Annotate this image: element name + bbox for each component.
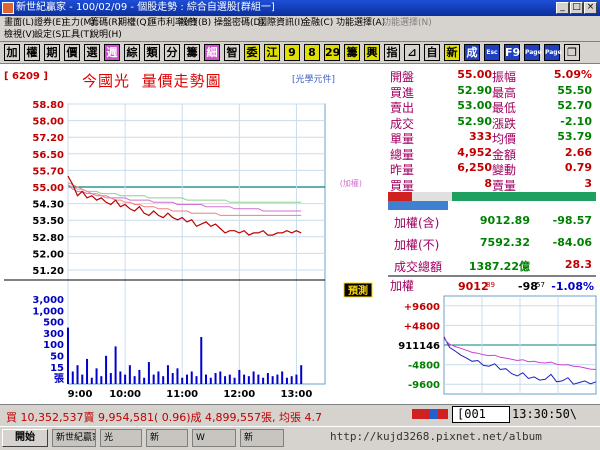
volume-tick-label: 1,000 [32, 306, 64, 317]
quote-value: 6,250 [457, 161, 492, 174]
index-chart-change-decimal: 57 [536, 281, 545, 289]
taskbar-task[interactable]: W [192, 429, 236, 447]
index-tick-label: -9600 [408, 380, 440, 391]
quote-label: 單量 [390, 132, 415, 146]
index-chart-label: 加權 [390, 279, 414, 293]
volume-tick-label: 3,000 [32, 295, 64, 306]
quote-label: 總量 [390, 147, 415, 162]
quote-label: 開盤 [390, 70, 415, 84]
taskbar-task[interactable]: 新 [240, 429, 284, 447]
quote-label: 買量 [390, 178, 415, 193]
quote-label: 振幅 [492, 70, 517, 84]
quote-label: 買進 [390, 85, 415, 100]
index-chart-change: -98 [518, 280, 538, 293]
predict-label[interactable]: 預測 [348, 284, 368, 297]
index-tick-label: +4800 [404, 321, 440, 332]
index-chart-value-decimal: 89 [486, 281, 495, 289]
index-label: 成交總額 [394, 260, 443, 274]
quote-label: 漲跌 [492, 116, 517, 131]
quote-label: 變動 [492, 163, 517, 177]
index-value: 9012.89 [479, 214, 530, 227]
index-value: 1387.22億 [468, 260, 530, 273]
volume-tick-label: 50 [50, 352, 64, 363]
price-tick-label: 58.00 [32, 117, 64, 128]
price-tick-label: 54.30 [32, 200, 64, 211]
quote-value: 8 [484, 176, 492, 190]
quote-value: 53.79 [557, 130, 592, 143]
quote-label: 賣出 [390, 101, 415, 115]
index-chart-pct: -1.08% [551, 280, 594, 293]
index-value: 7592.32 [479, 236, 530, 249]
index-overlay-label: (加權) [340, 178, 362, 188]
quote-label: 金額 [492, 147, 517, 162]
volume-tick-label: 100 [43, 340, 64, 351]
time-tick-label: 10:00 [109, 389, 141, 400]
volume-tick-label: 500 [43, 318, 64, 329]
price-tick-label: 51.20 [32, 266, 64, 277]
quote-value: 0.79 [564, 161, 592, 174]
quote-label: 成交 [390, 116, 415, 131]
quote-value: 52.90 [457, 114, 492, 128]
quote-value: 333 [469, 130, 492, 143]
clock: 13:30:50\ [512, 407, 578, 421]
quote-value: 53.00 [457, 99, 492, 112]
trading-app-window: 新世紀贏家 - 100/02/09 - 個股走勢 : 綜合自選股[群組一] _ … [0, 0, 600, 450]
quote-value: 2.66 [564, 145, 592, 159]
quote-value: 4,952 [457, 145, 492, 159]
taskbar-task[interactable]: 新 [146, 429, 188, 447]
index-summary-panel: 加權(含) 9012.89 -98.57 加權(不) 7592.32 -84.06 成交總額… [388, 212, 596, 274]
index-change: -84.06 [552, 236, 592, 249]
time-tick-label: 12:00 [223, 389, 255, 400]
quote-value: 55.50 [557, 83, 592, 97]
volume-tick-label: 300 [43, 329, 64, 340]
quote-value: 55.00 [457, 68, 492, 81]
price-tick-label: 56.50 [32, 150, 64, 161]
index-tick-label: +9600 [404, 302, 440, 313]
quote-value: 5.09% [553, 68, 592, 81]
index-label: 加權(不) [394, 238, 440, 252]
price-tick-label: 58.80 [32, 100, 64, 111]
index-change: -98.57 [552, 214, 592, 227]
quote-value: 52.90 [457, 83, 492, 97]
price-tick-label: 52.00 [32, 249, 64, 260]
index-label: 加權(含) [394, 216, 440, 230]
quote-value: 52.70 [557, 99, 592, 112]
plot-area [67, 103, 326, 385]
price-tick-label: 57.20 [32, 133, 64, 144]
index-chart-value: 9012 [458, 280, 489, 293]
taskbar-task[interactable]: 光 [100, 429, 142, 447]
index-tick-label: 911146 [398, 341, 440, 352]
price-tick-label: 55.00 [32, 183, 64, 194]
time-tick-label: 11:00 [166, 389, 198, 400]
start-button[interactable]: 開始 [2, 429, 48, 447]
quote-label: 賣量 [492, 178, 517, 193]
quote-label: 最低 [492, 101, 517, 115]
volume-tick-label: 15 [50, 363, 64, 374]
status-bar: 買 10,352,537賣 9,954,581( 0.96)成 4,899,55… [0, 404, 600, 426]
quote-label: 均價 [492, 132, 517, 146]
taskbar-task[interactable]: 新世紀贏家 [52, 429, 96, 447]
quote-label: 最高 [492, 85, 517, 100]
time-tick-label: 9:00 [68, 389, 93, 400]
index-change: 28.3 [564, 258, 592, 271]
time-tick-label: 13:00 [281, 389, 313, 400]
quote-panel: 開盤 55.00 振幅 5.09% 買進 52.90 最高 55.50 賣出 53.00 最低 52.… [388, 66, 596, 193]
stock-code-input[interactable]: [001 [452, 406, 510, 423]
watermark-url: http://kujd3268.pixnet.net/album [330, 430, 542, 443]
volume-tick-label: 張 [54, 373, 65, 385]
price-tick-label: 55.70 [32, 166, 64, 177]
price-tick-label: 52.80 [32, 233, 64, 244]
price-tick-label: 53.50 [32, 216, 64, 227]
quote-label: 昨量 [390, 163, 415, 177]
quote-value: 3 [584, 176, 592, 190]
quote-value: -2.10 [560, 114, 592, 128]
status-summary: 買 10,352,537賣 9,954,581( 0.96)成 4,899,55… [6, 411, 322, 424]
index-tick-label: -4800 [408, 361, 440, 372]
